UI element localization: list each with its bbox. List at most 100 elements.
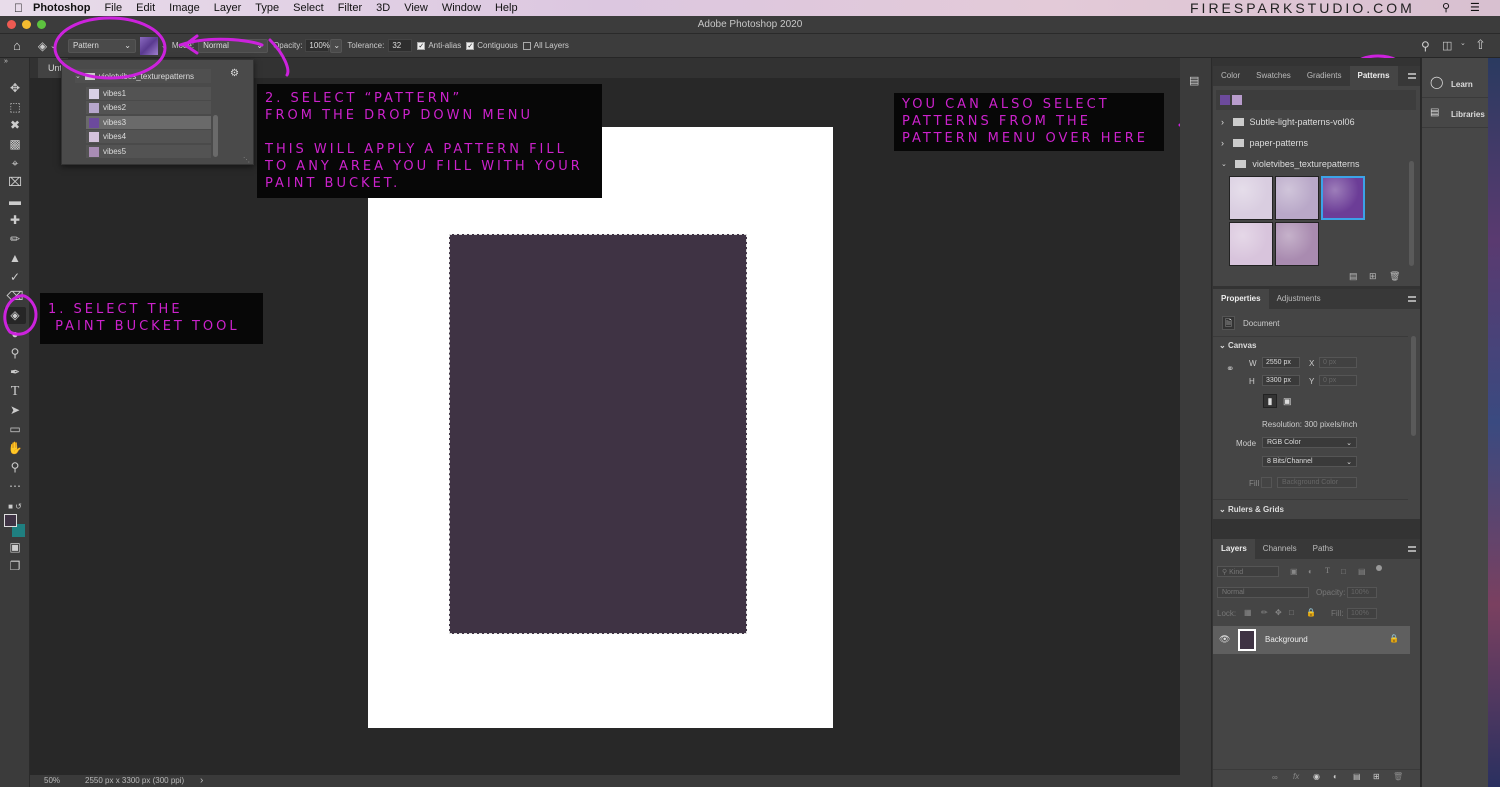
chevron-right-icon: › [1221,117,1224,127]
new-group-icon[interactable]: ▤ [1353,772,1361,781]
filter-type-icon[interactable]: T [1325,566,1330,575]
layer-opacity-input[interactable]: 100% [1347,587,1377,598]
tab-color[interactable]: Color [1213,66,1248,86]
blend-mode-value: Normal [1222,589,1245,596]
folder-name: violetvibes_texturepatterns [1252,159,1360,169]
lock-image-icon[interactable]: ✏ [1261,608,1268,617]
layer-mask-icon[interactable]: ◉ [1313,772,1320,781]
color-mode-select[interactable]: RGB Color ⌄ [1262,437,1357,448]
divider [1213,769,1420,770]
y-input[interactable]: 0 px [1319,375,1357,386]
filter-pixel-icon[interactable]: ▣ [1290,567,1298,576]
tab-channels[interactable]: Channels [1255,539,1305,559]
tab-swatches[interactable]: Swatches [1248,66,1299,86]
layer-fill-input[interactable]: 100% [1347,608,1377,619]
lock-all-icon[interactable]: 🔒 [1306,608,1316,617]
patterns-panel-tabs: Color Swatches Gradients Patterns [1213,66,1420,86]
panel-menu-icon[interactable] [1408,546,1416,552]
lock-label: Lock: [1217,609,1237,618]
search-icon: ⚲ [1222,569,1228,576]
patterns-panel: Color Swatches Gradients Patterns › Subt… [1213,66,1420,286]
panel-menu-icon[interactable] [1408,73,1416,79]
layer-name: Background [1265,635,1308,644]
new-layer-icon[interactable]: ⊞ [1373,772,1380,781]
new-group-icon[interactable]: ▤ [1349,271,1358,282]
history-panel-icon[interactable]: ▤ [1189,74,1199,87]
pattern-swatch-selected[interactable] [1321,176,1365,220]
circle-pattern-select [53,16,167,80]
lock-artboard-icon[interactable]: □ [1289,608,1294,617]
divider [1213,336,1408,337]
trash-icon[interactable]: 🗑 [1393,772,1403,781]
recent-pattern[interactable] [1220,95,1230,105]
pattern-folder[interactable]: › paper-patterns [1221,138,1308,148]
tab-paths[interactable]: Paths [1305,539,1341,559]
layer-kind-filter[interactable]: ⚲ Kind [1217,566,1279,577]
fill-select[interactable]: Background Color [1277,477,1357,488]
lock-icon: 🔒 [1389,634,1399,643]
chevron-right-icon: › [1221,138,1224,148]
layers-panel-tabs: Layers Channels Paths [1213,539,1420,559]
adjustment-layer-icon[interactable]: ◐ [1333,772,1338,781]
height-input[interactable]: 3300 px [1262,375,1300,386]
chevron-down-icon: ⌄ [1346,440,1352,447]
canvas-section-header[interactable]: ⌄ Canvas [1219,341,1256,350]
bit-depth-select[interactable]: 8 Bits/Channel ⌄ [1262,456,1357,467]
filter-adjustment-icon[interactable]: ◐ [1308,567,1313,576]
chevron-down-icon: ⌄ [1219,505,1226,514]
link-icon[interactable]: ⚭ [1226,364,1234,375]
tab-adjustments[interactable]: Adjustments [1269,289,1329,309]
eye-visibility-icon[interactable]: 👁 [1219,634,1230,645]
arrow-to-pattern-select [178,34,264,55]
pattern-folder[interactable]: › Subtle-light-patterns-vol06 [1221,117,1355,127]
folder-icon [1235,160,1247,168]
layer-thumbnail [1238,629,1256,651]
recent-pattern[interactable] [1232,95,1242,105]
x-label: X [1309,359,1315,368]
resolution-text: Resolution: 300 pixels/inch [1262,420,1358,429]
lock-transparent-icon[interactable]: ▦ [1244,608,1252,617]
pattern-folder-expanded[interactable]: ⌄ violetvibes_texturepatterns [1221,159,1359,169]
filter-shape-icon[interactable]: □ [1341,567,1346,576]
kind-label: Kind [1229,569,1244,576]
patterns-scrollbar[interactable] [1409,161,1414,266]
folder-icon [1232,118,1244,126]
new-pattern-icon[interactable]: ⊞ [1369,271,1377,282]
x-input[interactable]: 0 px [1319,357,1357,368]
mode-label: Mode [1236,439,1257,448]
width-input[interactable]: 2550 px [1262,357,1300,368]
filter-smart-object-icon[interactable]: ▤ [1358,567,1366,576]
pattern-swatch[interactable] [1229,222,1273,266]
pattern-swatch[interactable] [1275,222,1319,266]
tab-properties[interactable]: Properties [1213,289,1269,309]
tab-gradients[interactable]: Gradients [1299,66,1350,86]
document-icon: 🗎 [1222,316,1235,330]
learn-label: Learn [1451,80,1473,89]
rulers-grids-section-header[interactable]: ⌄ Rulers & Grids [1219,505,1284,514]
pattern-swatch[interactable] [1275,176,1319,220]
circle-paint-bucket [3,294,38,336]
tab-layers[interactable]: Layers [1213,539,1255,559]
lock-position-icon[interactable]: ✥ [1275,608,1282,617]
link-layers-icon[interactable]: ∞ [1272,773,1278,782]
y-label: Y [1309,377,1315,386]
rulers-label: Rulers & Grids [1227,505,1284,514]
panel-menu-icon[interactable] [1408,296,1416,302]
tab-patterns[interactable]: Patterns [1349,66,1398,86]
pattern-swatch[interactable] [1229,176,1273,220]
fill-color-swatch[interactable] [1261,477,1272,488]
layer-opacity-label: Opacity: [1316,588,1346,597]
libraries-panel-button[interactable]: ▤ Libraries [1422,100,1489,128]
filter-toggle[interactable] [1376,565,1382,571]
trash-icon[interactable]: 🗑 [1389,271,1400,282]
learn-panel-button[interactable]: ◯ Learn [1422,70,1489,98]
portrait-orientation-icon[interactable]: ▮ [1263,394,1277,408]
arrow-tail [268,38,290,77]
libraries-label: Libraries [1451,110,1485,119]
blend-mode-select[interactable]: Normal [1217,587,1309,598]
layer-row-background[interactable]: 👁 Background 🔒 [1213,626,1410,654]
properties-scrollbar[interactable] [1411,336,1416,436]
folder-name: Subtle-light-patterns-vol06 [1249,117,1355,127]
fx-icon[interactable]: fx [1293,772,1299,781]
landscape-orientation-icon[interactable]: ▣ [1283,396,1292,407]
